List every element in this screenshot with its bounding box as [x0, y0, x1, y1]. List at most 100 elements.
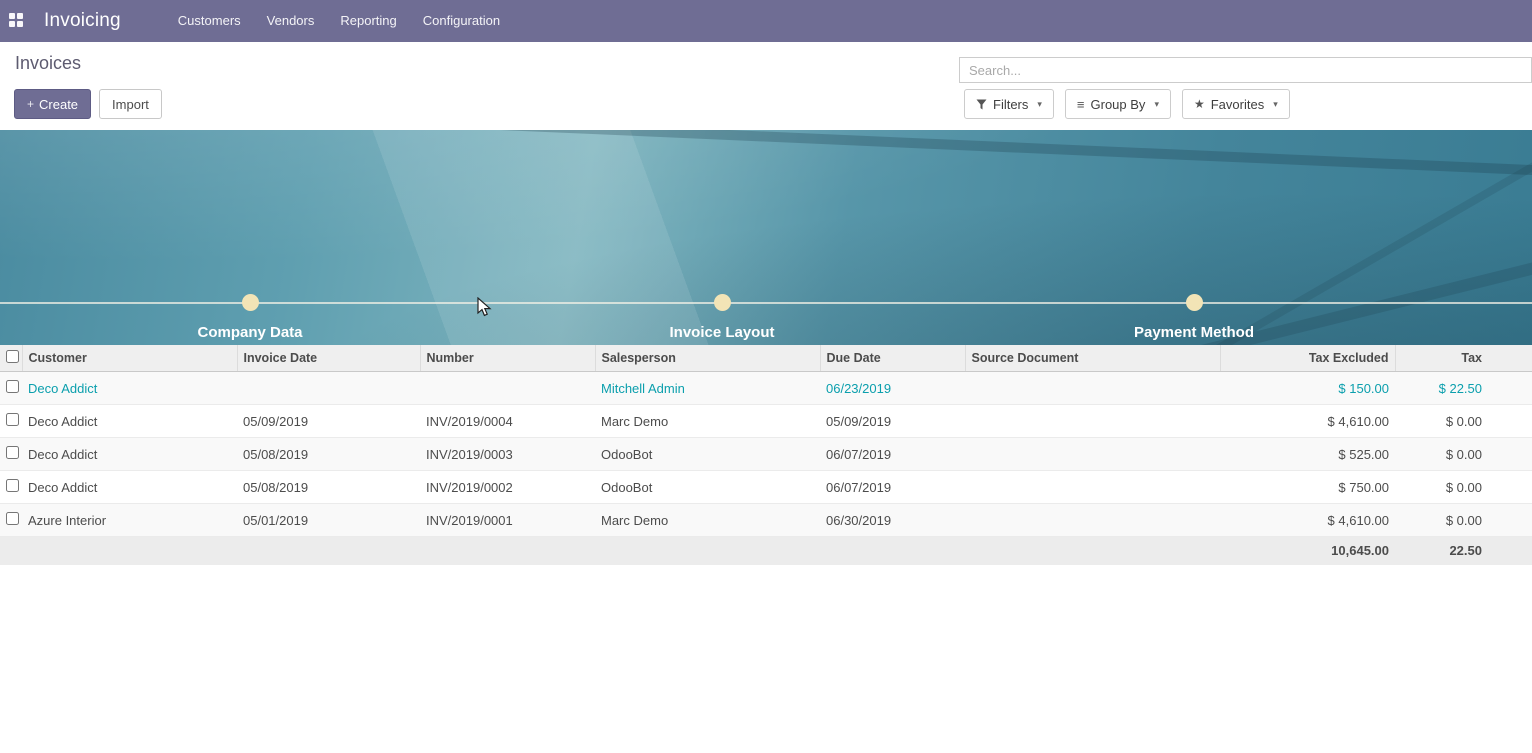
onboarding-step-dot [242, 294, 259, 311]
cell-invoice-date[interactable]: 05/09/2019 [237, 405, 420, 438]
totals-empty-cell [965, 537, 1220, 565]
cell-number[interactable] [420, 372, 595, 405]
cell-due-date[interactable]: 06/07/2019 [820, 471, 965, 504]
cell-salesperson[interactable]: Mitchell Admin [595, 372, 820, 405]
column-header-number[interactable]: Number [420, 345, 595, 372]
column-header-source-document[interactable]: Source Document [965, 345, 1220, 372]
cell-customer[interactable]: Deco Addict [22, 405, 237, 438]
total-tax: 22.50 [1395, 537, 1532, 565]
row-checkbox[interactable] [6, 512, 19, 525]
app-title[interactable]: Invoicing [44, 10, 121, 32]
column-header-due-date[interactable]: Due Date [820, 345, 965, 372]
cell-source-document[interactable] [965, 504, 1220, 537]
table-row[interactable]: Deco Addict 05/08/2019 INV/2019/0003 Odo… [0, 438, 1532, 471]
favorites-button[interactable]: ★ Favorites ▾ [1182, 89, 1290, 119]
onboarding-step-title: Company Data [100, 324, 400, 341]
column-header-tax[interactable]: Tax [1395, 345, 1532, 372]
totals-empty-cell [237, 537, 420, 565]
search-input[interactable] [959, 57, 1532, 83]
cell-tax[interactable]: $ 0.00 [1395, 504, 1532, 537]
totals-empty-cell [420, 537, 595, 565]
cell-tax-excluded[interactable]: $ 4,610.00 [1220, 405, 1395, 438]
column-header-salesperson[interactable]: Salesperson [595, 345, 820, 372]
total-tax-excluded: 10,645.00 [1220, 537, 1395, 565]
table-header-row: Customer Invoice Date Number Salesperson… [0, 345, 1532, 372]
nav-menus: Customers Vendors Reporting Configuratio… [165, 0, 513, 42]
totals-empty-cell [820, 537, 965, 565]
apps-grid-square [9, 21, 15, 27]
onboarding-timeline [0, 302, 1532, 304]
onboarding-step-title: Payment Method [1044, 324, 1344, 341]
cell-tax-excluded[interactable]: $ 525.00 [1220, 438, 1395, 471]
cell-number[interactable]: INV/2019/0004 [420, 405, 595, 438]
nav-item-customers[interactable]: Customers [165, 0, 254, 42]
onboarding-step-dot [714, 294, 731, 311]
cell-salesperson[interactable]: Marc Demo [595, 405, 820, 438]
header-checkbox-cell [0, 345, 22, 372]
cell-source-document[interactable] [965, 438, 1220, 471]
group-by-lines-icon: ≡ [1077, 97, 1085, 112]
cell-due-date[interactable]: 06/30/2019 [820, 504, 965, 537]
banner-photo-decoration [500, 130, 1532, 178]
cell-source-document[interactable] [965, 405, 1220, 438]
select-all-checkbox[interactable] [6, 350, 19, 363]
row-checkbox-cell [0, 471, 22, 504]
cell-salesperson[interactable]: OdooBot [595, 471, 820, 504]
import-button[interactable]: Import [99, 89, 162, 119]
cell-tax-excluded[interactable]: $ 750.00 [1220, 471, 1395, 504]
cell-tax[interactable]: $ 0.00 [1395, 438, 1532, 471]
cell-customer[interactable]: Deco Addict [22, 372, 237, 405]
filters-button[interactable]: Filters ▾ [964, 89, 1054, 119]
table-row[interactable]: Deco Addict 05/09/2019 INV/2019/0004 Mar… [0, 405, 1532, 438]
table-row[interactable]: Azure Interior 05/01/2019 INV/2019/0001 … [0, 504, 1532, 537]
totals-empty-cell [22, 537, 237, 565]
cell-invoice-date[interactable]: 05/01/2019 [237, 504, 420, 537]
cell-due-date[interactable]: 06/23/2019 [820, 372, 965, 405]
cell-tax-excluded[interactable]: $ 4,610.00 [1220, 504, 1395, 537]
column-header-customer[interactable]: Customer [22, 345, 237, 372]
cell-source-document[interactable] [965, 372, 1220, 405]
row-checkbox-cell [0, 405, 22, 438]
cell-salesperson[interactable]: Marc Demo [595, 504, 820, 537]
search-filter-bar: Filters ▾ ≡ Group By ▾ ★ Favorites ▾ [964, 89, 1290, 119]
cell-customer[interactable]: Azure Interior [22, 504, 237, 537]
row-checkbox[interactable] [6, 446, 19, 459]
cell-tax[interactable]: $ 22.50 [1395, 372, 1532, 405]
cell-tax[interactable]: $ 0.00 [1395, 405, 1532, 438]
cell-invoice-date[interactable]: 05/08/2019 [237, 438, 420, 471]
table-row[interactable]: Deco Addict Mitchell Admin 06/23/2019 $ … [0, 372, 1532, 405]
cell-tax[interactable]: $ 0.00 [1395, 471, 1532, 504]
cell-number[interactable]: INV/2019/0001 [420, 504, 595, 537]
cell-due-date[interactable]: 06/07/2019 [820, 438, 965, 471]
nav-item-vendors[interactable]: Vendors [254, 0, 328, 42]
onboarding-step-payment-method: Payment Method Configure your payment me… [1044, 324, 1344, 345]
cell-customer[interactable]: Deco Addict [22, 438, 237, 471]
row-checkbox-cell [0, 438, 22, 471]
column-header-invoice-date[interactable]: Invoice Date [237, 345, 420, 372]
onboarding-step-company-data: Company Data Set your company's data for… [100, 324, 400, 345]
control-panel: Invoices + Create Import Filters ▾ ≡ Gro… [0, 42, 1532, 130]
row-checkbox[interactable] [6, 413, 19, 426]
apps-grid-icon[interactable] [9, 13, 25, 29]
action-buttons: + Create Import [14, 89, 162, 119]
apps-grid-square [17, 13, 23, 19]
table-row[interactable]: Deco Addict 05/08/2019 INV/2019/0002 Odo… [0, 471, 1532, 504]
cell-customer[interactable]: Deco Addict [22, 471, 237, 504]
create-button[interactable]: + Create [14, 89, 91, 119]
nav-item-reporting[interactable]: Reporting [327, 0, 409, 42]
row-checkbox-cell [0, 372, 22, 405]
column-header-tax-excluded[interactable]: Tax Excluded [1220, 345, 1395, 372]
cell-number[interactable]: INV/2019/0002 [420, 471, 595, 504]
cell-due-date[interactable]: 05/09/2019 [820, 405, 965, 438]
row-checkbox[interactable] [6, 479, 19, 492]
cell-tax-excluded[interactable]: $ 150.00 [1220, 372, 1395, 405]
cell-invoice-date[interactable]: 05/08/2019 [237, 471, 420, 504]
cell-source-document[interactable] [965, 471, 1220, 504]
create-button-label: Create [39, 97, 78, 112]
cell-number[interactable]: INV/2019/0003 [420, 438, 595, 471]
cell-invoice-date[interactable] [237, 372, 420, 405]
cell-salesperson[interactable]: OdooBot [595, 438, 820, 471]
row-checkbox[interactable] [6, 380, 19, 393]
nav-item-configuration[interactable]: Configuration [410, 0, 513, 42]
group-by-button[interactable]: ≡ Group By ▾ [1065, 89, 1171, 119]
